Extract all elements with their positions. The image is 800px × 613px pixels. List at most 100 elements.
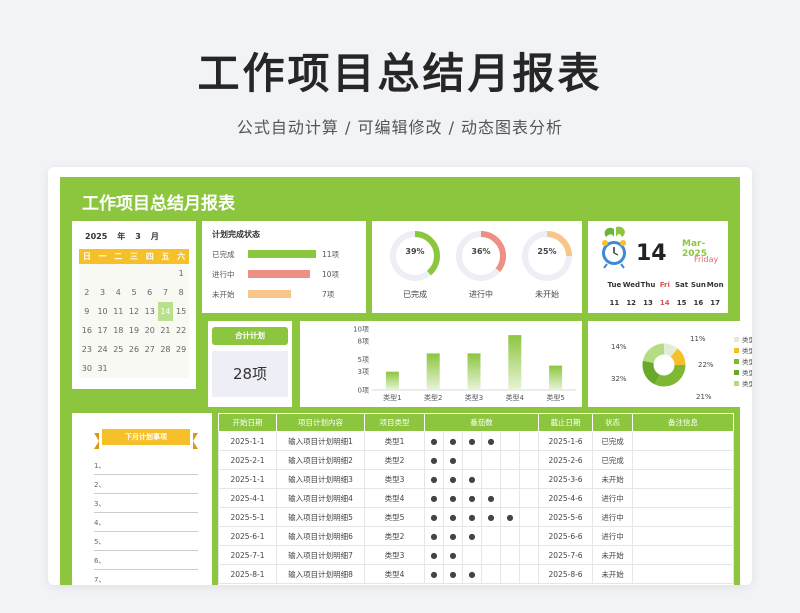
tomato-cell[interactable] [500, 450, 520, 470]
end-date-cell[interactable]: 2025-1-6 [538, 431, 594, 451]
tomato-cell[interactable]: ● [462, 507, 482, 527]
tomato-cell[interactable]: ● [424, 507, 444, 527]
start-date-cell[interactable]: 2025-6-1 [218, 526, 277, 546]
start-date-cell[interactable]: 2025-8-1 [218, 564, 277, 584]
tomato-cell[interactable]: ● [443, 450, 463, 470]
status-cell[interactable]: 已完成 [592, 450, 634, 470]
status-cell[interactable]: 进行中 [592, 526, 634, 546]
plan-type-cell[interactable]: 类型5 [364, 507, 425, 527]
start-date-cell[interactable]: 2025-2-1 [218, 450, 277, 470]
remark-cell[interactable] [632, 488, 734, 508]
end-date-cell[interactable]: 2025-3-6 [538, 469, 594, 489]
plan-type-cell[interactable]: 类型3 [364, 469, 425, 489]
end-date-cell[interactable]: 2025-4-6 [538, 488, 594, 508]
plan-content-cell[interactable]: 输入项目计划明细2 [276, 450, 365, 470]
status-cell[interactable]: 进行中 [592, 507, 634, 527]
end-date-cell[interactable]: 2025-5-6 [538, 507, 594, 527]
tomato-cell[interactable]: ● [443, 469, 463, 489]
end-date-cell[interactable]: 2025-8-6 [538, 564, 594, 584]
tomato-cell[interactable]: ● [462, 488, 482, 508]
tomato-cell[interactable]: ● [481, 431, 501, 451]
tomato-cell[interactable]: ● [500, 507, 520, 527]
next-month-item[interactable]: 7、 [94, 575, 198, 585]
status-cell[interactable]: 未开始 [592, 469, 634, 489]
tomato-cell[interactable]: ● [481, 488, 501, 508]
tomato-cell[interactable] [518, 488, 540, 508]
remark-cell[interactable] [632, 564, 734, 584]
plan-type-cell[interactable]: 类型1 [364, 431, 425, 451]
start-date-cell[interactable]: 2025-1-1 [218, 469, 277, 489]
tomato-cell[interactable]: ● [462, 564, 482, 584]
plan-type-cell[interactable]: 类型2 [364, 526, 425, 546]
plan-type-cell[interactable]: 类型4 [364, 488, 425, 508]
tomato-cell[interactable] [500, 526, 520, 546]
end-date-cell[interactable]: 2025-6-6 [538, 526, 594, 546]
start-date-cell[interactable]: 2025-5-1 [218, 507, 277, 527]
remark-cell[interactable] [632, 545, 734, 565]
tomato-cell[interactable] [500, 431, 520, 451]
tomato-cell[interactable] [518, 526, 540, 546]
tomato-cell[interactable] [481, 526, 501, 546]
plan-content-cell[interactable]: 输入项目计划明细4 [276, 488, 365, 508]
start-date-cell[interactable]: 2025-4-1 [218, 488, 277, 508]
tomato-cell[interactable] [500, 564, 520, 584]
tomato-cell[interactable] [481, 564, 501, 584]
tomato-cell[interactable]: ● [424, 488, 444, 508]
status-cell[interactable]: 进行中 [592, 488, 634, 508]
tomato-cell[interactable]: ● [462, 526, 482, 546]
tomato-cell[interactable] [481, 545, 501, 565]
plan-content-cell[interactable]: 输入项目计划明细6 [276, 526, 365, 546]
tomato-cell[interactable]: ● [443, 507, 463, 527]
plan-content-cell[interactable]: 输入项目计划明细8 [276, 564, 365, 584]
remark-cell[interactable] [632, 526, 734, 546]
next-month-item[interactable]: 5、 [94, 537, 198, 551]
plan-content-cell[interactable]: 输入项目计划明细5 [276, 507, 365, 527]
status-cell[interactable]: 未开始 [592, 545, 634, 565]
tomato-cell[interactable] [481, 450, 501, 470]
next-month-item[interactable]: 4、 [94, 518, 198, 532]
plan-type-cell[interactable]: 类型4 [364, 564, 425, 584]
status-cell[interactable]: 已完成 [592, 431, 634, 451]
plan-content-cell[interactable]: 输入项目计划明细7 [276, 545, 365, 565]
plan-content-cell[interactable]: 输入项目计划明细1 [276, 431, 365, 451]
remark-cell[interactable] [632, 431, 734, 451]
tomato-cell[interactable] [518, 545, 540, 565]
tomato-cell[interactable] [518, 507, 540, 527]
remark-cell[interactable] [632, 507, 734, 527]
tomato-cell[interactable]: ● [462, 431, 482, 451]
next-month-item[interactable]: 2、 [94, 480, 198, 494]
plan-type-cell[interactable]: 类型2 [364, 450, 425, 470]
tomato-cell[interactable] [500, 469, 520, 489]
next-month-item[interactable]: 1、 [94, 461, 198, 475]
end-date-cell[interactable]: 2025-7-6 [538, 545, 594, 565]
tomato-cell[interactable] [462, 450, 482, 470]
tomato-cell[interactable]: ● [443, 564, 463, 584]
next-month-item[interactable]: 3、 [94, 499, 198, 513]
remark-cell[interactable] [632, 469, 734, 489]
tomato-cell[interactable]: ● [443, 431, 463, 451]
tomato-cell[interactable]: ● [424, 545, 444, 565]
tomato-cell[interactable]: ● [443, 488, 463, 508]
plan-content-cell[interactable]: 输入项目计划明细3 [276, 469, 365, 489]
remark-cell[interactable] [632, 450, 734, 470]
tomato-cell[interactable]: ● [462, 469, 482, 489]
next-month-item[interactable]: 6、 [94, 556, 198, 570]
tomato-cell[interactable] [500, 545, 520, 565]
tomato-cell[interactable]: ● [424, 564, 444, 584]
tomato-cell[interactable]: ● [424, 431, 444, 451]
end-date-cell[interactable]: 2025-2-6 [538, 450, 594, 470]
tomato-cell[interactable] [481, 469, 501, 489]
status-cell[interactable]: 未开始 [592, 564, 634, 584]
tomato-cell[interactable] [518, 431, 540, 451]
tomato-cell[interactable]: ● [424, 469, 444, 489]
tomato-cell[interactable]: ● [443, 545, 463, 565]
tomato-cell[interactable] [462, 545, 482, 565]
plan-type-cell[interactable]: 类型3 [364, 545, 425, 565]
tomato-cell[interactable]: ● [443, 526, 463, 546]
tomato-cell[interactable]: ● [424, 450, 444, 470]
tomato-cell[interactable] [500, 488, 520, 508]
tomato-cell[interactable] [518, 450, 540, 470]
start-date-cell[interactable]: 2025-7-1 [218, 545, 277, 565]
tomato-cell[interactable]: ● [481, 507, 501, 527]
tomato-cell[interactable]: ● [424, 526, 444, 546]
